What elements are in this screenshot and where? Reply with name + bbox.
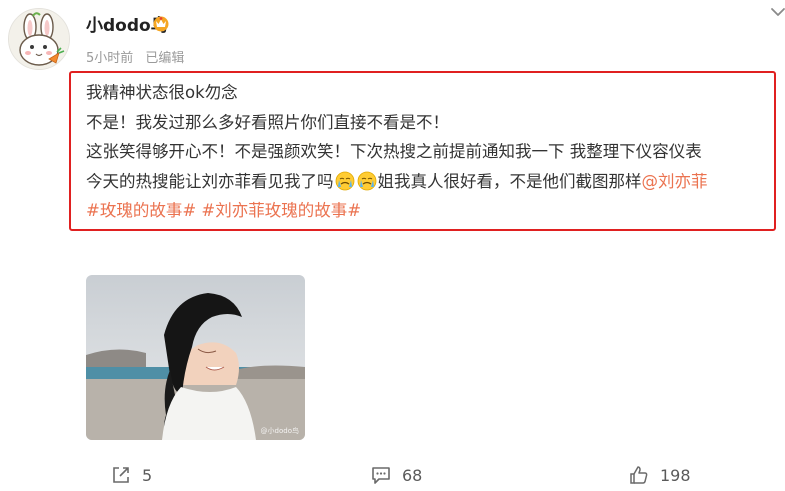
crying-face-emoji-icon <box>335 171 354 190</box>
post-time[interactable]: 5小时前 <box>86 51 133 66</box>
post-line-2: 不是！我发过那么多好看照片你们直接不看是不！ <box>86 112 449 132</box>
post-meta: 5小时前 已编辑 <box>86 47 192 66</box>
post-photo[interactable]: @小dodo鸟 <box>86 275 305 440</box>
vip-crown-icon <box>153 16 169 32</box>
post-text: 我精神状态很ok勿念 不是！我发过那么多好看照片你们直接不看是不！ 这张笑得够开… <box>86 78 776 226</box>
share-button[interactable]: 5 <box>110 462 152 488</box>
comment-button[interactable]: 68 <box>370 462 422 488</box>
rabbit-avatar-icon <box>9 9 69 69</box>
crying-face-emoji-icon <box>357 171 376 190</box>
post-line-4-end: 姐我真人很好看，不是他们截图那样 <box>377 171 642 191</box>
topic-tag-2[interactable]: #刘亦菲玫瑰的故事# <box>201 201 361 220</box>
post-line-3: 这张笑得够开心不！不是强颜欢笑！下次热搜之前提前通知我一下 我整理下仪容仪表 <box>86 142 702 161</box>
like-count: 198 <box>660 465 691 485</box>
avatar[interactable] <box>8 8 70 70</box>
comment-count: 68 <box>402 465 423 485</box>
photo-image <box>86 275 305 440</box>
comment-icon <box>372 467 390 484</box>
mention-link[interactable]: @刘亦菲 <box>642 172 708 191</box>
topic-tag-1[interactable]: #玫瑰的故事# <box>86 201 196 220</box>
thumbs-up-icon <box>630 466 648 484</box>
like-button[interactable]: 198 <box>628 462 691 488</box>
photo-watermark: @小dodo鸟 <box>260 427 299 435</box>
chevron-down-icon[interactable] <box>768 4 785 20</box>
share-count: 5 <box>142 465 153 485</box>
share-icon <box>113 467 129 483</box>
edited-label: 已编辑 <box>145 51 185 66</box>
post-line-4: 今天的热搜能让刘亦菲看见我了吗 姐我真人很好看，不是他们截图那样@刘亦菲 <box>86 167 776 197</box>
post-line-1: 我精神状态很ok勿念 <box>86 83 238 102</box>
topic-tags: #玫瑰的故事# #刘亦菲玫瑰的故事# <box>86 196 776 226</box>
post-line-4-start: 今天的热搜能让刘亦菲看见我了吗 <box>86 171 334 191</box>
